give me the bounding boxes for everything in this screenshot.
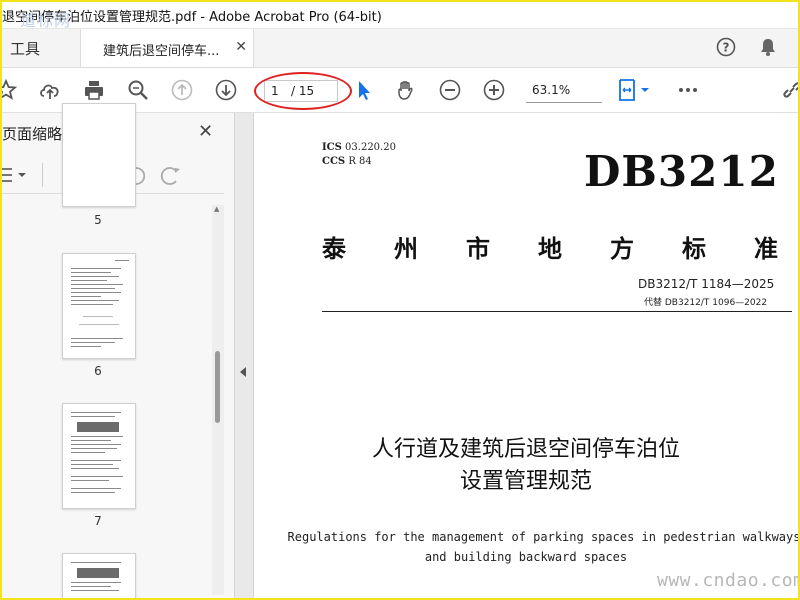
select-cursor-icon[interactable] xyxy=(352,78,376,102)
tab-document[interactable]: 建筑后退空间停车... ✕ xyxy=(80,29,254,67)
tab-tools[interactable]: 工具 xyxy=(10,38,40,59)
classification-codes: ICS 03.220.20 CCS R 84 xyxy=(322,141,396,169)
star-icon[interactable] xyxy=(0,78,18,102)
standard-type-char: 地 xyxy=(538,234,562,263)
hand-icon[interactable] xyxy=(394,78,418,102)
tabs-row: 工具 建筑后退空间停车... ✕ ? xyxy=(2,29,798,68)
page-thumbnail[interactable] xyxy=(62,253,136,359)
ics-label: ICS xyxy=(322,142,342,153)
title-bar: 退空间停车泊位设置管理规范.pdf - Adobe Acrobat Pro (6… xyxy=(2,2,798,30)
standard-type-char: 标 xyxy=(682,234,706,263)
page-thumbnail[interactable] xyxy=(62,103,136,207)
rotate-right-icon[interactable] xyxy=(158,163,182,187)
site-watermark-url: www.cndao.com xyxy=(657,570,800,591)
english-title-line2: and building backward spaces xyxy=(424,550,628,564)
thumbnail-scrollbar[interactable]: ▲ xyxy=(212,205,224,595)
site-watermark-logo: 道标网 xyxy=(20,11,72,30)
page-thumbnail[interactable] xyxy=(62,403,136,509)
toolbar-divider xyxy=(42,163,43,187)
standard-type-char: 市 xyxy=(466,234,490,263)
ccs-label: CCS xyxy=(322,156,346,167)
chinese-title-line2: 设置管理规范 xyxy=(459,469,592,494)
db-code: DB3212 xyxy=(584,147,779,196)
collapse-panel-handle[interactable] xyxy=(235,113,254,598)
svg-text:?: ? xyxy=(723,41,730,55)
ccs-value: R 84 xyxy=(348,156,372,167)
zoom-level-value: 63.1% xyxy=(532,83,571,97)
close-tab-icon[interactable]: ✕ xyxy=(235,39,247,55)
scrollbar-thumb[interactable] xyxy=(215,351,220,423)
link-icon[interactable] xyxy=(780,78,800,102)
page-thumbnail-number: 6 xyxy=(94,364,102,378)
replaces-standard: 代替 DB3212/T 1096—2022 xyxy=(644,298,768,308)
standard-type-char: 方 xyxy=(610,234,634,263)
fit-page-icon[interactable] xyxy=(616,78,654,102)
standard-type-char: 州 xyxy=(394,234,418,263)
document-view: ICS 03.220.20 CCS R 84 DB3212 泰 州 市 地 方 … xyxy=(254,113,798,598)
zoom-in-icon[interactable] xyxy=(482,78,506,102)
page-thumbnail-number: 5 xyxy=(94,213,102,227)
page-up-icon[interactable] xyxy=(170,78,194,102)
scroll-up-icon[interactable]: ▲ xyxy=(214,205,219,213)
standard-number: DB3212/T 1184—2025 xyxy=(638,277,775,291)
print-icon[interactable] xyxy=(82,78,106,102)
cloud-upload-icon[interactable] xyxy=(38,78,62,102)
highlight-ellipse xyxy=(254,72,352,110)
zoom-search-icon[interactable] xyxy=(126,78,150,102)
bell-icon[interactable] xyxy=(758,37,778,57)
zoom-level-select[interactable]: 63.1% xyxy=(526,80,602,103)
standard-type-char: 准 xyxy=(754,234,778,263)
help-icon[interactable]: ? xyxy=(716,37,736,57)
more-icon[interactable] xyxy=(676,78,700,102)
collapse-arrow-icon[interactable] xyxy=(240,367,246,377)
ics-value: 03.220.20 xyxy=(345,142,396,153)
page-thumbnail[interactable] xyxy=(62,553,136,598)
english-title-line1: Regulations for the management of parkin… xyxy=(287,530,798,544)
standard-type-char: 泰 xyxy=(322,234,346,263)
close-panel-icon[interactable]: ✕ xyxy=(198,121,213,142)
options-menu-icon[interactable] xyxy=(0,165,30,185)
page-thumbnails-panel: 页面缩略图 ✕ 5 6 7 ▲ xyxy=(0,103,235,598)
header-rule xyxy=(322,311,792,312)
page-down-icon[interactable] xyxy=(214,78,238,102)
tab-document-label: 建筑后退空间停车... xyxy=(103,44,220,59)
zoom-out-icon[interactable] xyxy=(438,78,462,102)
page-thumbnail-number: 7 xyxy=(94,514,102,528)
chinese-title-line1: 人行道及建筑后退空间停车泊位 xyxy=(371,437,680,462)
acrobat-window: 退空间停车泊位设置管理规范.pdf - Adobe Acrobat Pro (6… xyxy=(0,0,800,600)
